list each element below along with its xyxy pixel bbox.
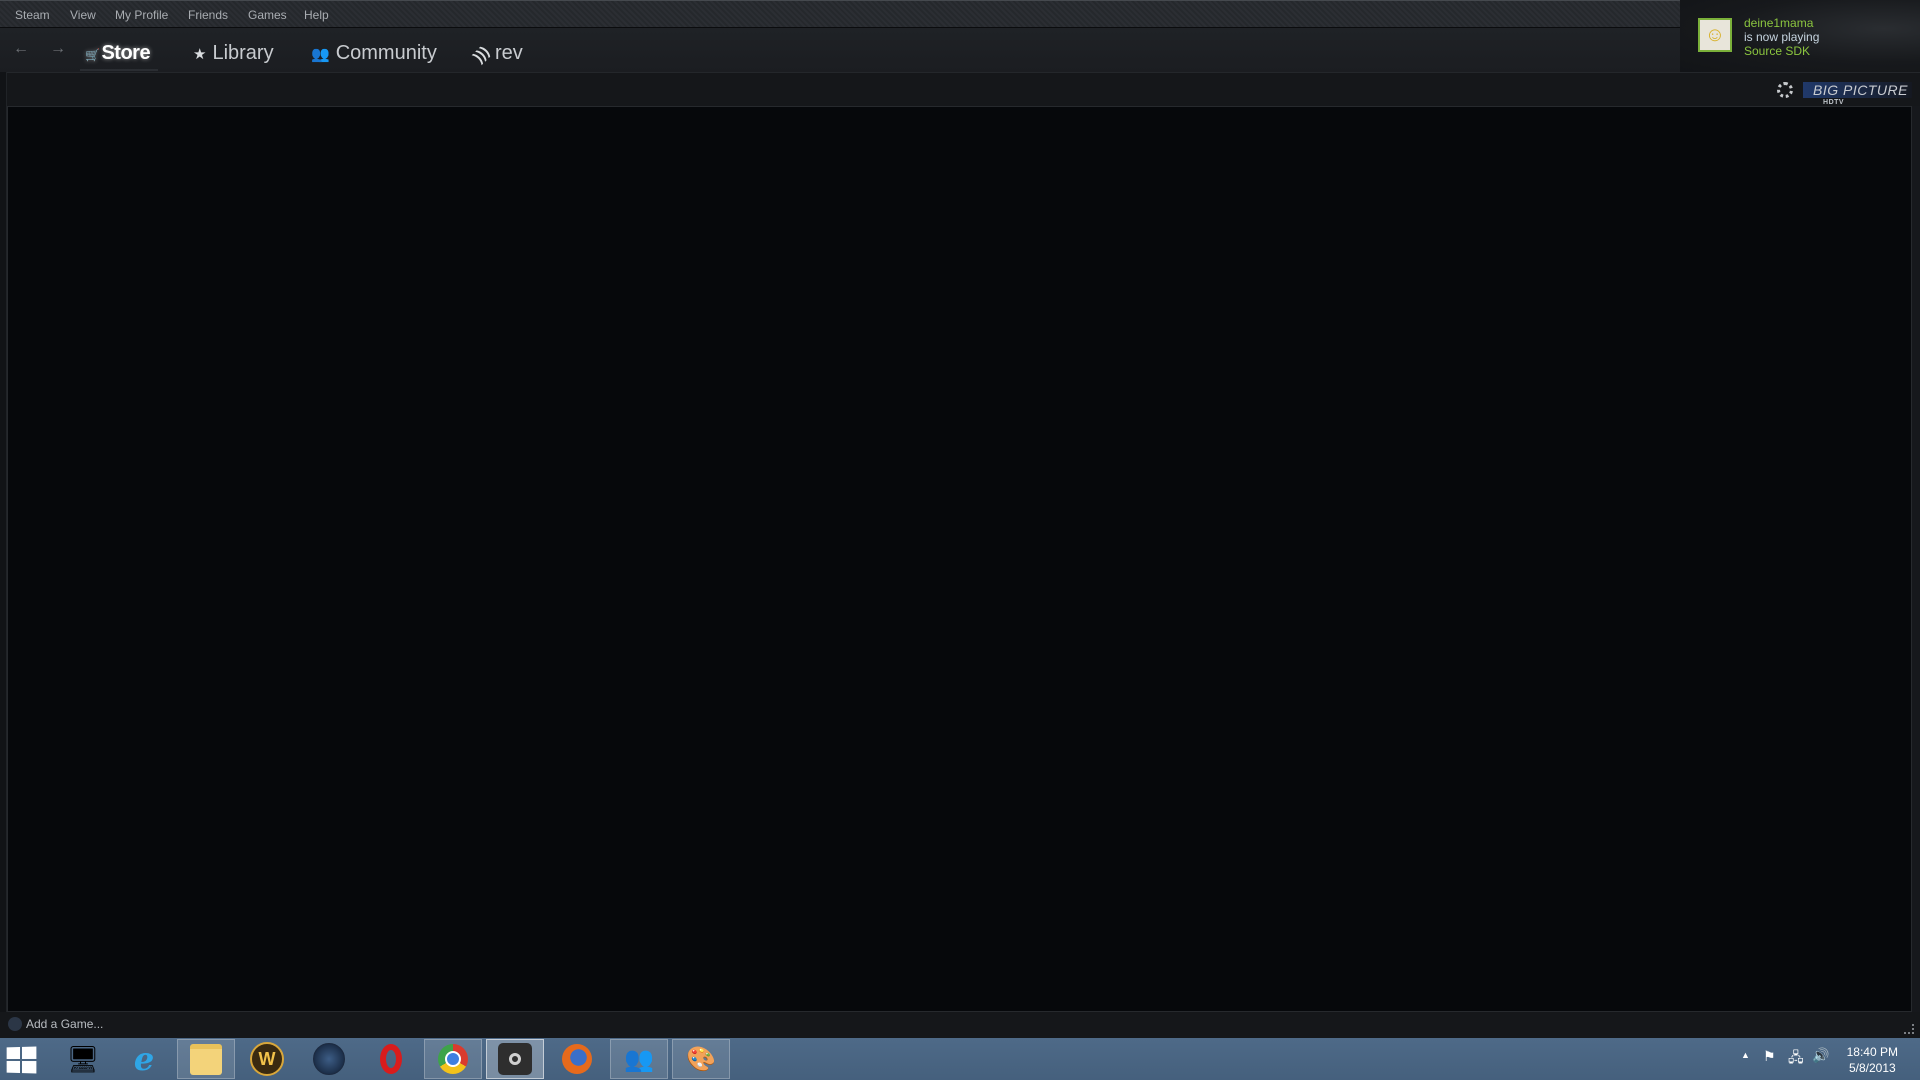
friend-notification[interactable]: ☺ deine1mama is now playing Source SDK <box>1680 0 1920 72</box>
taskbar-world-of-warcraft[interactable]: W <box>238 1039 296 1079</box>
show-hidden-icons-button[interactable]: ▲ <box>1741 1050 1750 1060</box>
windows-logo-icon <box>21 1061 37 1074</box>
arrow-right-icon: → <box>50 40 66 57</box>
steam-logo-icon <box>1777 82 1794 98</box>
tab-store[interactable]: 🛒 Store <box>85 42 151 65</box>
folder-icon <box>190 1043 222 1075</box>
friend-status: is now playing <box>1744 30 1820 44</box>
internet-explorer-icon: e <box>133 1040 155 1078</box>
start-button[interactable] <box>6 1046 37 1074</box>
resize-grip[interactable] <box>1904 1024 1914 1034</box>
taskbar-firefox[interactable] <box>548 1039 606 1079</box>
opera-icon <box>380 1044 402 1074</box>
firefox-icon <box>562 1044 592 1074</box>
footer-bar: Add a Game... <box>0 1012 1920 1038</box>
menu-my-profile[interactable]: My Profile <box>115 8 168 22</box>
friend-username: deine1mama <box>1744 16 1814 30</box>
steam-window: Steam View My Profile Friends Games Help… <box>0 0 1920 1038</box>
taskbar: 🖥 e W 👥 🎨 ▲ ⚑ 🖧 🔊 18:40 PM 5/8/2013 <box>0 1038 1920 1080</box>
steam-icon <box>498 1043 532 1075</box>
content-area <box>7 106 1912 1012</box>
clock-time: 18:40 PM <box>1846 1045 1898 1059</box>
taskbar-paint[interactable]: 🎨 <box>672 1039 730 1079</box>
nav-bar: ← → 🛒 Store ★ Library 👥 Community ))) rev <box>0 28 1680 72</box>
taskbar-file-explorer[interactable] <box>177 1039 235 1079</box>
action-center-flag-icon[interactable]: ⚑ <box>1763 1048 1776 1065</box>
menu-games[interactable]: Games <box>248 8 287 22</box>
left-edge <box>0 72 7 1038</box>
tab-rev[interactable]: ))) rev <box>470 42 523 66</box>
taskbar-chrome[interactable] <box>424 1039 482 1079</box>
menu-view[interactable]: View <box>70 8 96 22</box>
windows-logo-icon <box>21 1046 37 1059</box>
clock[interactable]: 18:40 PM 5/8/2013 <box>1847 1044 1898 1076</box>
add-icon <box>8 1017 22 1031</box>
menu-help[interactable]: Help <box>304 8 329 22</box>
chrome-icon <box>438 1044 468 1074</box>
taskbar-computer[interactable]: 🖥 <box>54 1039 112 1079</box>
menu-bar: Steam View My Profile Friends Games Help <box>0 0 1680 28</box>
friend-avatar: ☺ <box>1698 18 1732 52</box>
tab-library-label: Library <box>212 42 274 64</box>
tab-library[interactable]: ★ Library <box>193 42 274 65</box>
computer-icon: 🖥 <box>66 1043 100 1074</box>
taskbar-messenger[interactable]: 👥 <box>610 1039 668 1079</box>
windows-logo-icon <box>6 1047 21 1060</box>
arrow-left-icon: ← <box>13 40 29 57</box>
network-icon[interactable]: 🖧 <box>1788 1047 1804 1071</box>
taskbar-starcraft[interactable] <box>300 1039 358 1079</box>
menu-steam[interactable]: Steam <box>15 8 50 22</box>
big-picture-text: BIG PICTURE <box>1813 82 1908 98</box>
back-button[interactable]: ← <box>13 40 29 58</box>
taskbar-opera[interactable] <box>362 1039 420 1079</box>
wow-icon: W <box>250 1042 284 1076</box>
tab-rev-label: rev <box>495 42 523 64</box>
forward-button[interactable]: → <box>50 40 66 58</box>
messenger-icon: 👥 <box>624 1045 654 1073</box>
windows-logo-icon <box>6 1060 21 1073</box>
menu-friends[interactable]: Friends <box>188 8 228 22</box>
tab-community-label: Community <box>335 42 437 64</box>
big-picture-label: BIG PICTURE HDTV <box>1803 82 1912 106</box>
big-picture-sub: HDTV <box>1823 99 1845 106</box>
rss-icon: ))) <box>470 43 493 66</box>
cart-icon: 🛒 <box>85 48 100 62</box>
sub-bar <box>0 72 1920 106</box>
tab-community[interactable]: 👥 Community <box>311 42 437 65</box>
paint-icon: 🎨 <box>686 1045 716 1073</box>
add-game-button[interactable]: Add a Game... <box>8 1017 103 1031</box>
taskbar-internet-explorer[interactable]: e <box>115 1039 173 1079</box>
big-picture-button[interactable]: BIG PICTURE HDTV <box>1777 80 1912 106</box>
star-icon: ★ <box>193 46 207 63</box>
friend-game: Source SDK <box>1744 44 1811 58</box>
volume-icon[interactable]: 🔊 <box>1812 1047 1829 1064</box>
taskbar-steam[interactable] <box>486 1039 544 1079</box>
tab-store-label: Store <box>101 42 151 64</box>
people-icon: 👥 <box>311 46 330 63</box>
starcraft-icon <box>313 1043 345 1075</box>
clock-date: 5/8/2013 <box>1848 1061 1896 1075</box>
active-tab-underline <box>80 69 158 71</box>
add-game-label: Add a Game... <box>26 1017 104 1031</box>
